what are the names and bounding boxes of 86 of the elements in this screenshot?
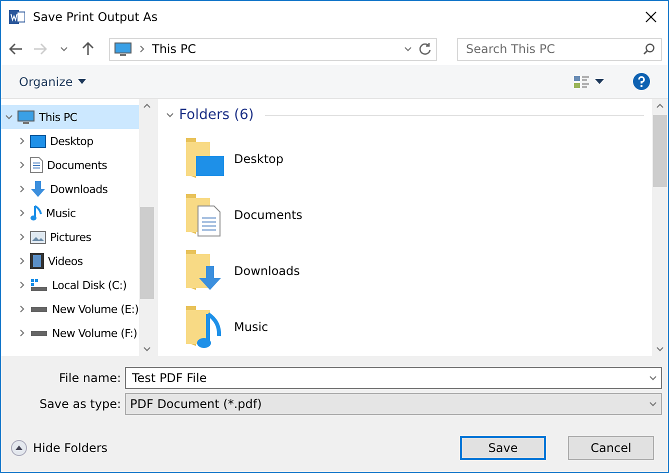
drive-icon (30, 305, 48, 313)
sidebar-label: This PC (39, 110, 78, 124)
view-list-icon (574, 74, 590, 88)
scroll-up-icon (656, 102, 664, 110)
word-app-icon (9, 9, 25, 25)
sidebar-label: Documents (47, 158, 108, 172)
sidebar-item[interactable]: Local Disk (C:) (1, 273, 139, 297)
caret-icon (78, 79, 86, 84)
film-icon (30, 253, 44, 269)
scrollbar[interactable] (139, 99, 155, 356)
breadcrumb-separator-icon (138, 45, 146, 53)
address-bar[interactable]: This PC (109, 38, 437, 60)
expand-chevron-icon (18, 185, 26, 193)
document-icon (30, 157, 43, 173)
group-header[interactable]: Folders (6) (179, 107, 254, 123)
sidebar-item[interactable]: Videos (1, 249, 139, 273)
sidebar-item[interactable]: Music (1, 201, 139, 225)
drive-icon (30, 278, 48, 292)
scroll-thumb[interactable] (653, 115, 667, 187)
scroll-down-icon (143, 345, 151, 353)
group-chevron-icon[interactable] (166, 111, 174, 119)
scroll-thumb[interactable] (140, 207, 154, 299)
file-name-field[interactable]: Test PDF File (130, 370, 649, 386)
caret-icon (649, 400, 657, 408)
expand-chevron-icon (18, 209, 26, 217)
computer-icon (114, 42, 132, 56)
refresh-icon[interactable] (418, 42, 432, 56)
sidebar-label: Videos (48, 254, 83, 268)
folder-label[interactable]: Documents (234, 208, 302, 222)
sidebar-item[interactable]: Pictures (1, 225, 139, 249)
window-title: Save Print Output As (33, 10, 159, 24)
collapse-chevron-icon (5, 113, 13, 121)
expand-chevron-icon (18, 281, 26, 289)
folder-label[interactable]: Downloads (234, 264, 300, 278)
sidebar-label: Pictures (50, 230, 92, 244)
sidebar-item[interactable]: New Volume (F:) (1, 321, 139, 345)
picture-icon (30, 230, 46, 244)
sidebar-item[interactable]: Desktop (1, 129, 139, 153)
expand-chevron-icon (18, 257, 26, 265)
folder-label[interactable]: Desktop (234, 152, 284, 166)
desktop-icon (30, 134, 46, 148)
sidebar-label: New Volume (E:) (52, 302, 139, 316)
music-note-icon (30, 205, 42, 221)
scroll-up-icon (143, 102, 151, 110)
sidebar-label: Desktop (50, 134, 94, 148)
help-button[interactable] (632, 72, 650, 92)
sidebar-item[interactable]: Downloads (1, 177, 139, 201)
scrollbar[interactable] (652, 99, 668, 356)
expand-chevron-icon (18, 233, 26, 241)
drive-icon (30, 329, 48, 337)
search-icon (643, 43, 655, 55)
expand-chevron-icon (18, 137, 26, 145)
right-arrow-icon (33, 43, 47, 55)
caret-icon (404, 45, 412, 53)
scroll-down-icon (656, 345, 664, 353)
caret-icon (60, 45, 68, 53)
file-type-label: Save as type: (38, 397, 122, 411)
file-name-combo[interactable]: Test PDF File (125, 367, 662, 389)
sidebar-label: New Volume (F:) (52, 326, 138, 340)
dialog-button[interactable]: Save (460, 436, 546, 460)
file-type-dropdown[interactable]: PDF Document (*.pdf) (125, 393, 662, 415)
hide-folders-button[interactable]: Hide Folders (11, 440, 108, 456)
collapse-circle-icon (11, 440, 27, 456)
expand-chevron-icon (18, 305, 26, 313)
help-icon (632, 73, 650, 90)
close-icon (645, 11, 657, 23)
breadcrumb-location[interactable]: This PC (152, 42, 398, 56)
up-arrow-icon (82, 42, 94, 56)
caret-icon (649, 374, 657, 382)
dialog-button[interactable]: Cancel (568, 436, 654, 460)
expand-chevron-icon (18, 161, 26, 169)
search-box[interactable]: Search This PC (457, 38, 662, 60)
sidebar-label: Downloads (50, 182, 108, 196)
sidebar-label: Local Disk (C:) (52, 278, 127, 292)
folder-label[interactable]: Music (234, 320, 268, 334)
file-name-label: File name: (58, 371, 122, 385)
sidebar-label: Music (46, 206, 76, 220)
expand-chevron-icon (18, 329, 26, 337)
sidebar-item[interactable]: New Volume (E:) (1, 297, 139, 321)
download-arrow-icon (30, 181, 46, 197)
left-arrow-icon (9, 43, 23, 55)
computer-icon (17, 110, 35, 124)
organize-menu-button[interactable]: Organize (13, 74, 92, 88)
sidebar-item[interactable]: Documents (1, 153, 139, 177)
caret-icon (595, 79, 604, 84)
sidebar-item[interactable]: This PC (1, 105, 139, 129)
